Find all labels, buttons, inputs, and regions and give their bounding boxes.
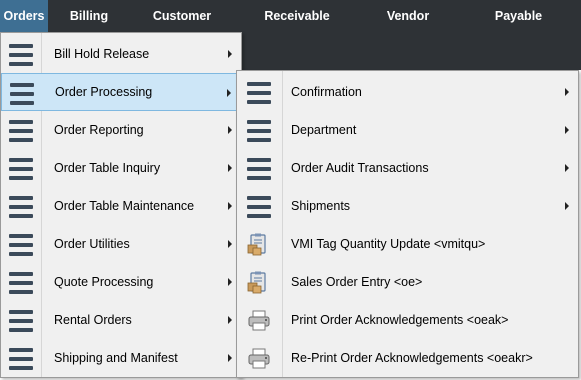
submenu-arrow-icon	[565, 88, 569, 96]
menu-payable[interactable]: Payable	[456, 0, 581, 32]
hamburger-icon	[10, 81, 34, 105]
menu-item-label: Quote Processing	[54, 275, 154, 289]
submenu-arrow-icon	[565, 164, 569, 172]
menu-item-label: Print Order Acknowledgements <oeak>	[291, 313, 509, 327]
menu-item-re-print-order-acknowledgements[interactable]: Re-Print Order Acknowledgements <oeakr>	[237, 339, 578, 377]
menu-item-print-order-acknowledgements[interactable]: Print Order Acknowledgements <oeak>	[237, 301, 578, 339]
menu-item-shipping-and-manifest[interactable]: Shipping and Manifest	[1, 339, 241, 377]
submenu-arrow-icon	[565, 202, 569, 210]
hamburger-icon	[9, 194, 33, 218]
menu-item-order-processing[interactable]: Order Processing	[1, 73, 241, 111]
menu-item-order-utilities[interactable]: Order Utilities	[1, 225, 241, 263]
hamburger-icon	[9, 118, 33, 142]
submenu-arrow-icon	[228, 316, 232, 324]
menu-item-label: Re-Print Order Acknowledgements <oeakr>	[291, 351, 533, 365]
menu-item-order-audit-transactions[interactable]: Order Audit Transactions	[237, 149, 578, 187]
menu-item-label: Shipments	[291, 199, 351, 213]
submenu-arrow-icon	[228, 202, 232, 210]
menu-item-label: Confirmation	[291, 85, 362, 99]
menu-item-bill-hold-release[interactable]: Bill Hold Release	[1, 35, 241, 73]
printer-icon	[248, 310, 270, 331]
hamburger-icon	[247, 156, 271, 180]
menu-item-sales-order-entry[interactable]: Sales Order Entry <oe>	[237, 263, 578, 301]
submenu-arrow-icon	[228, 164, 232, 172]
menu-orders[interactable]: Orders	[0, 0, 48, 32]
menu-item-label: Order Utilities	[54, 237, 130, 251]
menu-item-label: Bill Hold Release	[54, 47, 150, 61]
submenu-arrow-icon	[227, 89, 231, 97]
menu-billing[interactable]: Billing	[48, 0, 130, 32]
clipboard-boxes-icon	[247, 271, 266, 294]
hamburger-icon	[9, 270, 33, 294]
submenu-arrow-icon	[228, 50, 232, 58]
hamburger-icon	[247, 118, 271, 142]
menu-item-label: VMI Tag Quantity Update <vmitqu>	[291, 237, 486, 251]
menu-item-label: Order Processing	[55, 85, 153, 99]
menu-item-shipments[interactable]: Shipments	[237, 187, 578, 225]
hamburger-icon	[9, 346, 33, 370]
hamburger-icon	[9, 42, 33, 66]
menu-item-confirmation[interactable]: Confirmation	[237, 73, 578, 111]
menu-item-label: Sales Order Entry <oe>	[291, 275, 423, 289]
hamburger-icon	[247, 80, 271, 104]
menu-item-order-reporting[interactable]: Order Reporting	[1, 111, 241, 149]
background-panel	[240, 32, 581, 70]
menu-item-label: Rental Orders	[54, 313, 132, 327]
menu-item-department[interactable]: Department	[237, 111, 578, 149]
menu-customer[interactable]: Customer	[130, 0, 234, 32]
menu-item-rental-orders[interactable]: Rental Orders	[1, 301, 241, 339]
menu-item-label: Order Table Maintenance	[54, 199, 195, 213]
submenu-arrow-icon	[565, 126, 569, 134]
printer-icon	[248, 348, 270, 369]
menu-item-label: Order Table Inquiry	[54, 161, 161, 175]
submenu-arrow-icon	[228, 126, 232, 134]
top-menu-bar: Orders Billing Customer Receivable Vendo…	[0, 0, 581, 32]
hamburger-icon	[9, 308, 33, 332]
orders-dropdown-menu: Bill Hold Release Order Processing Order…	[0, 32, 242, 378]
menu-item-order-table-maintenance[interactable]: Order Table Maintenance	[1, 187, 241, 225]
hamburger-icon	[247, 194, 271, 218]
submenu-arrow-icon	[228, 278, 232, 286]
clipboard-boxes-icon	[247, 233, 266, 256]
menu-receivable[interactable]: Receivable	[234, 0, 360, 32]
menu-vendor[interactable]: Vendor	[360, 0, 456, 32]
hamburger-icon	[9, 156, 33, 180]
menu-item-label: Shipping and Manifest	[54, 351, 178, 365]
submenu-arrow-icon	[228, 354, 232, 362]
order-processing-submenu: Confirmation Department Order Audit Tran…	[236, 70, 579, 378]
menu-item-label: Order Reporting	[54, 123, 144, 137]
menu-item-quote-processing[interactable]: Quote Processing	[1, 263, 241, 301]
menu-item-label: Order Audit Transactions	[291, 161, 429, 175]
menu-item-order-table-inquiry[interactable]: Order Table Inquiry	[1, 149, 241, 187]
hamburger-icon	[9, 232, 33, 256]
menu-item-vmi-tag-quantity-update[interactable]: VMI Tag Quantity Update <vmitqu>	[237, 225, 578, 263]
menu-item-label: Department	[291, 123, 357, 137]
submenu-arrow-icon	[228, 240, 232, 248]
